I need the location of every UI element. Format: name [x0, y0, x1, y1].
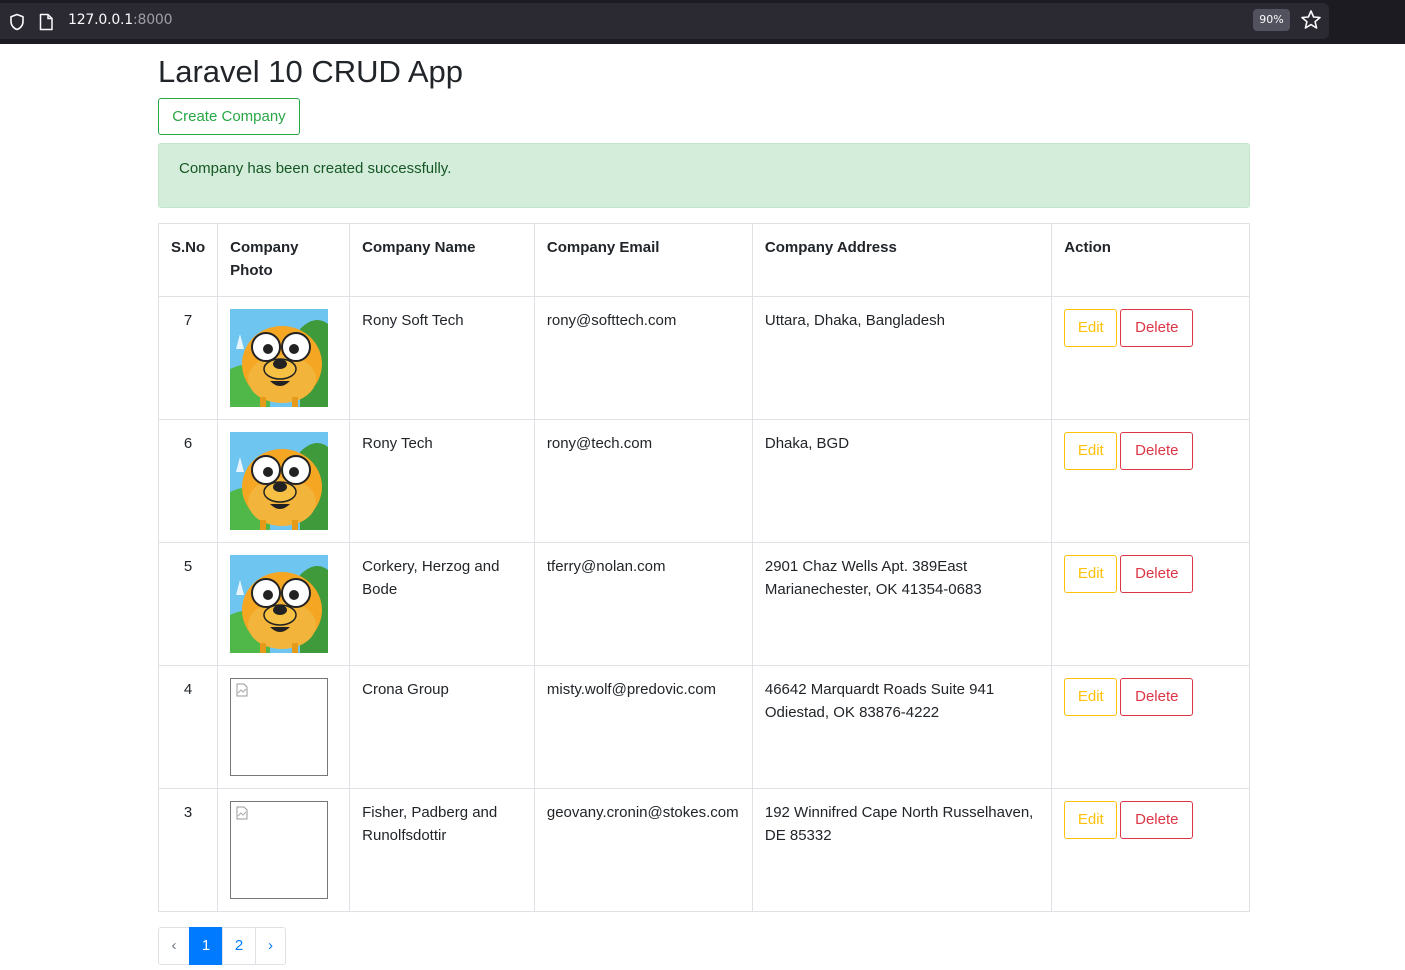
cell-company-name: Rony Soft Tech: [349, 296, 535, 420]
cell-action: Edit Delete: [1051, 419, 1250, 543]
browser-toolbar: 127.0.0.1:8000 90%: [0, 0, 1405, 44]
url-text[interactable]: 127.0.0.1:8000: [68, 12, 173, 28]
cell-sno: 3: [157, 788, 219, 912]
delete-button[interactable]: Delete: [1120, 678, 1194, 716]
create-company-button[interactable]: Create Company: [158, 98, 300, 135]
cell-sno: 6: [157, 419, 219, 543]
pagination-next[interactable]: ›: [255, 927, 286, 965]
header-company-address: Company Address: [751, 223, 1053, 297]
cell-photo: [217, 665, 351, 789]
pagination-prev[interactable]: ‹: [158, 927, 190, 965]
cell-company-name: Crona Group: [349, 665, 535, 789]
cell-company-email: rony@tech.com: [533, 419, 753, 543]
cell-company-name: Rony Tech: [349, 419, 535, 543]
edit-button[interactable]: Edit: [1064, 309, 1118, 347]
pagination-page-2[interactable]: 2: [222, 927, 256, 965]
delete-button[interactable]: Delete: [1120, 432, 1194, 470]
table-header-row: S.No Company Photo Company Name Company …: [157, 223, 1250, 297]
cell-sno: 4: [157, 665, 219, 789]
table-row: 4 Crona Group misty.wolf@predovic.com 46…: [157, 665, 1250, 789]
company-photo-broken: [230, 678, 329, 776]
shield-icon[interactable]: [8, 13, 26, 31]
company-photo-broken: [230, 801, 329, 899]
cell-action: Edit Delete: [1051, 665, 1250, 789]
success-alert-text: Company has been created successfully.: [179, 160, 452, 177]
cell-company-email: misty.wolf@predovic.com: [533, 665, 753, 789]
company-photo-cartoon-dog: [230, 555, 329, 653]
cell-action: Edit Delete: [1051, 542, 1250, 666]
edit-button[interactable]: Edit: [1064, 678, 1118, 716]
address-bar[interactable]: 127.0.0.1:8000: [0, 3, 1329, 39]
header-company-photo: Company Photo: [217, 223, 351, 297]
edit-button[interactable]: Edit: [1064, 801, 1118, 839]
zoom-level-badge[interactable]: 90%: [1253, 9, 1290, 31]
header-sno: S.No: [157, 223, 219, 297]
cell-company-address: Dhaka, BGD: [751, 419, 1053, 543]
delete-button[interactable]: Delete: [1120, 309, 1194, 347]
page-icon: [39, 13, 53, 31]
cell-company-email: geovany.cronin@stokes.com: [533, 788, 753, 912]
cell-sno: 7: [157, 296, 219, 420]
cell-company-email: rony@softtech.com: [533, 296, 753, 420]
header-company-email: Company Email: [533, 223, 753, 297]
url-host: 127.0.0.1: [68, 12, 133, 28]
cell-photo: [217, 542, 351, 666]
cell-company-address: Uttara, Dhaka, Bangladesh: [751, 296, 1053, 420]
cell-photo: [217, 419, 351, 543]
bookmark-star-icon[interactable]: [1300, 9, 1322, 31]
delete-button[interactable]: Delete: [1120, 555, 1194, 593]
table-row: 5 Corkery, Herzog and Bode tferry@nolan.…: [157, 542, 1250, 666]
cell-photo: [217, 296, 351, 420]
edit-button[interactable]: Edit: [1064, 555, 1118, 593]
header-action: Action: [1051, 223, 1250, 297]
table-row: 6 Rony Tech rony@tech.com Dhaka, BGD Edi…: [157, 419, 1250, 543]
pagination-page-1[interactable]: 1: [189, 927, 223, 965]
page-title: Laravel 10 CRUD App: [158, 54, 463, 89]
cell-company-name: Fisher, Padberg and Runolfsdottir: [349, 788, 535, 912]
cell-action: Edit Delete: [1051, 296, 1250, 420]
company-photo-cartoon-dog: [230, 309, 329, 407]
company-photo-cartoon-dog: [230, 432, 329, 530]
table-row: 7 Rony Soft Tech rony@softtech.com Uttar…: [157, 296, 1250, 420]
pagination: ‹ 1 2 ›: [158, 927, 286, 965]
success-alert: Company has been created successfully.: [158, 143, 1250, 208]
delete-button[interactable]: Delete: [1120, 801, 1194, 839]
broken-image-icon: [236, 683, 248, 697]
header-company-name: Company Name: [349, 223, 535, 297]
broken-image-icon: [236, 806, 248, 820]
cell-action: Edit Delete: [1051, 788, 1250, 912]
companies-table: S.No Company Photo Company Name Company …: [157, 223, 1250, 912]
cell-company-email: tferry@nolan.com: [533, 542, 753, 666]
table-row: 3 Fisher, Padberg and Runolfsdottir geov…: [157, 788, 1250, 912]
cell-company-address: 46642 Marquardt Roads Suite 941 Odiestad…: [751, 665, 1053, 789]
cell-photo: [217, 788, 351, 912]
edit-button[interactable]: Edit: [1064, 432, 1118, 470]
cell-sno: 5: [157, 542, 219, 666]
url-port: :8000: [133, 12, 173, 28]
cell-company-address: 2901 Chaz Wells Apt. 389East Marianeches…: [751, 542, 1053, 666]
cell-company-address: 192 Winnifred Cape North Russelhaven, DE…: [751, 788, 1053, 912]
cell-company-name: Corkery, Herzog and Bode: [349, 542, 535, 666]
